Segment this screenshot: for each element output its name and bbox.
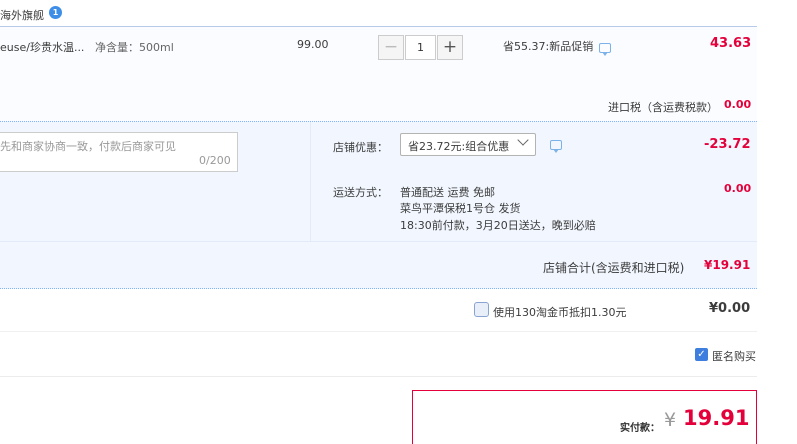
store-discount-selected: 省23.72元:组合优惠 xyxy=(408,140,510,153)
shipping-fee: 0.00 xyxy=(724,182,752,195)
payment-label: 实付款： xyxy=(620,423,660,434)
tax-label: 进口税（含运费税款） xyxy=(608,101,718,114)
store-subtotal-value: ¥19.91 xyxy=(704,258,751,272)
item-unit-price: 99.00 xyxy=(297,38,329,51)
store-subtotal-label: 店铺合计(含运费和进口税) xyxy=(543,261,685,275)
seller-memo-count: 0/200 xyxy=(199,154,231,167)
chat-icon[interactable] xyxy=(599,43,611,56)
store-name[interactable]: 海外旗舰 xyxy=(0,7,44,23)
coin-value: ¥0.00 xyxy=(709,301,751,316)
store-badge: 1 xyxy=(49,6,62,19)
divider xyxy=(0,376,757,377)
payment-currency: ¥ xyxy=(664,409,677,431)
store-header xyxy=(0,0,797,26)
quantity-input[interactable]: 1 xyxy=(405,35,436,60)
item-spec: 净含量：500ml xyxy=(95,41,174,54)
shipping-warehouse: 菜鸟平潭保税1号仓 发货 xyxy=(400,202,521,215)
shipping-delivery-promise: 18:30前付款，3月20日送达，晚到必赔 xyxy=(400,219,596,232)
item-name-link[interactable]: euse/珍贵水温... xyxy=(0,39,84,55)
payment-amount: 19.91 xyxy=(683,406,750,430)
shipping-label: 运送方式： xyxy=(333,186,388,199)
item-total-price: 43.63 xyxy=(710,36,752,51)
tax-value: 0.00 xyxy=(724,98,752,111)
anonymous-checkbox[interactable]: ✓ xyxy=(695,348,708,361)
shipping-method: 普通配送 运费 免邮 xyxy=(400,186,495,199)
store-discount-amount: -23.72 xyxy=(704,137,751,152)
chat-icon[interactable] xyxy=(550,140,562,153)
extras-divider xyxy=(310,122,311,241)
divider xyxy=(0,331,757,332)
quantity-increase-button[interactable]: + xyxy=(437,35,463,60)
quantity-decrease-button[interactable]: − xyxy=(378,35,404,60)
coin-checkbox[interactable] xyxy=(474,302,489,317)
store-discount-label: 店铺优惠： xyxy=(333,141,388,154)
item-promo: 省55.37:新品促销 xyxy=(503,40,594,53)
anonymous-label[interactable]: 匿名购买 xyxy=(712,348,756,364)
seller-memo-placeholder: 先和商家协商一致，付款后商家可见 xyxy=(0,140,176,153)
coin-label[interactable]: 使用130淘金币抵扣1.30元 xyxy=(493,304,627,320)
